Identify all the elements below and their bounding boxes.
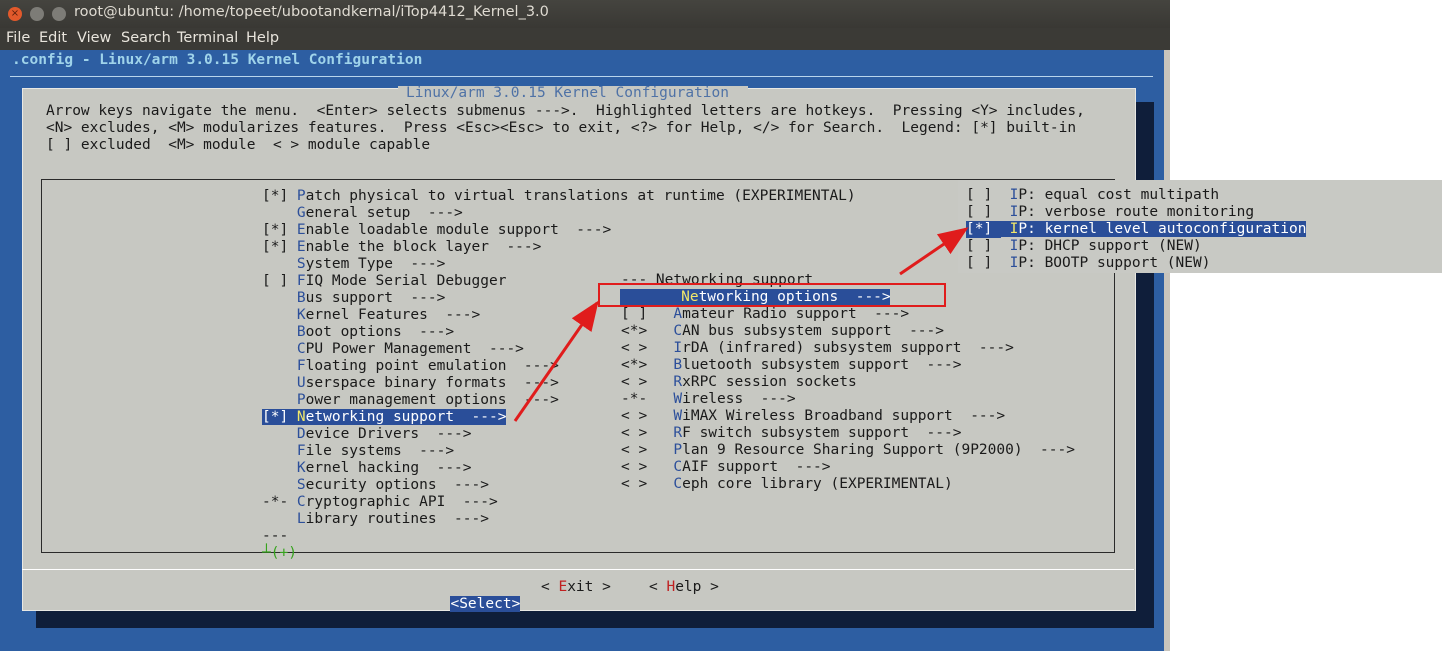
menu-item-0[interactable]: [*] Patch physical to virtual translatio…	[262, 188, 856, 205]
networking-item-10[interactable]: < > CAIF support --->	[621, 459, 831, 476]
dialog-title: Linux/arm 3.0.15 Kernel Configuration	[406, 85, 730, 101]
menu-item-16[interactable]: Kernel hacking --->	[262, 460, 472, 477]
menu-item-19[interactable]: Library routines --->	[262, 511, 489, 528]
menu-item-5[interactable]: [ ] FIQ Mode Serial Debugger	[262, 273, 506, 290]
networking-item-1[interactable]: [ ] Amateur Radio support --->	[621, 306, 909, 323]
menu-item-10[interactable]: Floating point emulation --->	[262, 358, 559, 375]
config-title: .config - Linux/arm 3.0.15 Kernel Config…	[12, 52, 423, 68]
help-text-line-2: <N> excludes, <M> modularizes features. …	[46, 120, 1077, 136]
window-title: root@ubuntu: /home/topeet/ubootandkernal…	[74, 4, 549, 20]
button-divider	[22, 569, 1134, 570]
menu-file[interactable]: File	[6, 30, 30, 46]
menu-item-20[interactable]: ---	[262, 528, 297, 545]
exit-button[interactable]: < Exit >	[541, 579, 611, 596]
menu-item-13[interactable]: [*] Networking support --->	[262, 409, 507, 426]
menu-item-1[interactable]: General setup --->	[262, 205, 463, 222]
help-text-line-3: [ ] excluded <M> module < > module capab…	[46, 137, 431, 153]
ip-option-2[interactable]: [*] IP: kernel level autoconfiguration	[966, 221, 1307, 238]
networking-item-7[interactable]: < > WiMAX Wireless Broadband support --->	[621, 408, 1005, 425]
help-button[interactable]: < Help >	[649, 579, 719, 596]
networking-item-2[interactable]: <*> CAN bus subsystem support --->	[621, 323, 944, 340]
networking-item-8[interactable]: < > RF switch subsystem support --->	[621, 425, 961, 442]
ip-option-3[interactable]: [ ] IP: DHCP support (NEW)	[966, 238, 1202, 255]
networking-item-9[interactable]: < > Plan 9 Resource Sharing Support (9P20…	[621, 442, 1075, 459]
menu-item-12[interactable]: Power management options --->	[262, 392, 559, 409]
menu-edit[interactable]: Edit	[39, 30, 67, 46]
menu-item-15[interactable]: File systems --->	[262, 443, 454, 460]
ip-option-0[interactable]: [ ] IP: equal cost multipath	[966, 187, 1219, 204]
networking-item-4[interactable]: <*> Bluetooth subsystem support --->	[621, 357, 961, 374]
terminal-scrollbar[interactable]	[1164, 50, 1170, 651]
menu-item-18[interactable]: -*- Cryptographic API --->	[262, 494, 498, 511]
ip-options-popup: [ ] IP: equal cost multipath[ ] IP: verbos…	[958, 180, 1442, 273]
networking-item-5[interactable]: < > RxRPC session sockets	[621, 374, 857, 391]
menu-item-17[interactable]: Security options --->	[262, 477, 489, 494]
scroll-indicator: ┴(+)	[262, 545, 297, 561]
networking-item-6[interactable]: -*- Wireless --->	[621, 391, 796, 408]
menu-item-9[interactable]: CPU Power Management --->	[262, 341, 524, 358]
menu-item-6[interactable]: Bus support --->	[262, 290, 445, 307]
ip-option-1[interactable]: [ ] IP: verbose route monitoring	[966, 204, 1254, 221]
select-button[interactable]: <Select>	[450, 596, 521, 612]
menu-item-11[interactable]: Userspace binary formats --->	[262, 375, 559, 392]
menu-view[interactable]: View	[77, 30, 111, 46]
highlight-box	[598, 283, 946, 307]
networking-item-3[interactable]: < > IrDA (infrared) subsystem support ---…	[621, 340, 1014, 357]
maximize-button[interactable]	[52, 7, 66, 21]
help-text-line-1: Arrow keys navigate the menu. <Enter> se…	[46, 103, 1085, 119]
menu-help[interactable]: Help	[246, 30, 279, 46]
menu-item-14[interactable]: Device Drivers --->	[262, 426, 472, 443]
minimize-button[interactable]	[30, 7, 44, 21]
menu-item-3[interactable]: [*] Enable the block layer --->	[262, 239, 541, 256]
ip-option-4[interactable]: [ ] IP: BOOTP support (NEW)	[966, 255, 1210, 272]
menu-search[interactable]: Search	[121, 30, 171, 46]
menu-bar: File Edit View Search Terminal Help	[0, 28, 1170, 50]
menu-item-7[interactable]: Kernel Features --->	[262, 307, 480, 324]
menu-item-8[interactable]: Boot options --->	[262, 324, 454, 341]
menu-item-4[interactable]: System Type --->	[262, 256, 445, 273]
menu-terminal[interactable]: Terminal	[177, 30, 238, 46]
close-button[interactable]: ×	[8, 7, 22, 21]
title-bar: × root@ubuntu: /home/topeet/ubootandkern…	[0, 0, 1170, 28]
title-divider	[10, 76, 1153, 77]
menu-item-2[interactable]: [*] Enable loadable module support --->	[262, 222, 611, 239]
networking-item-11[interactable]: < > Ceph core library (EXPERIMENTAL)	[621, 476, 953, 493]
